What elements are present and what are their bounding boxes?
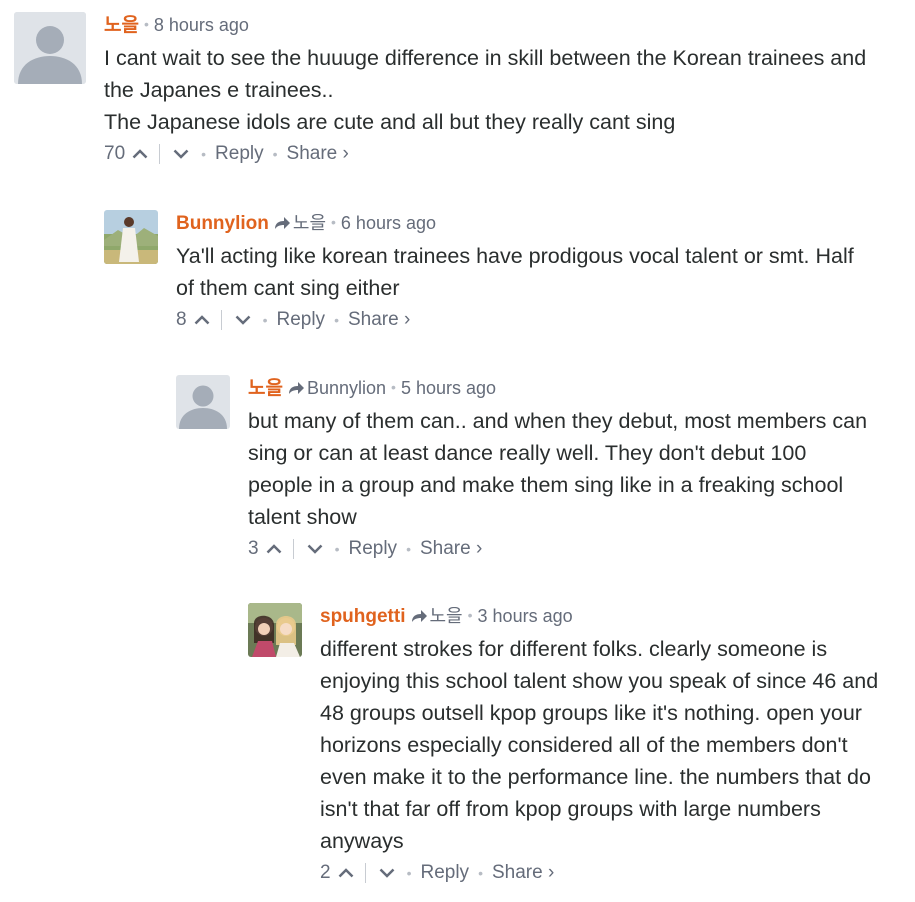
comment-footer: 2 • Reply • Share › (320, 859, 909, 887)
comment-text: but many of them can.. and when they deb… (248, 405, 909, 533)
upvote-icon[interactable] (263, 539, 285, 559)
default-avatar-icon[interactable] (14, 12, 86, 84)
bullet: • (334, 541, 340, 557)
author-name[interactable]: 노을 (248, 378, 283, 399)
parent-author[interactable]: 노을 (293, 213, 326, 233)
comment-line: even make it to the performance line. th… (320, 765, 871, 789)
comment-line: The Japanese idols are cute and all but … (104, 110, 676, 134)
divider (159, 144, 161, 164)
share-link[interactable]: Share › (348, 306, 410, 334)
author-name[interactable]: Bunnylion (176, 213, 269, 234)
bullet: • (406, 865, 412, 881)
reply-link[interactable]: Reply (348, 535, 397, 563)
bullet: • (143, 16, 149, 32)
parent-author[interactable]: 노을 (430, 606, 463, 626)
reply-arrow-icon (273, 213, 291, 237)
timestamp[interactable]: 8 hours ago (154, 15, 249, 35)
divider (220, 310, 222, 330)
default-avatar-icon[interactable] (176, 375, 230, 429)
upvote-icon[interactable] (191, 310, 213, 330)
comment-line: people in a group and make them sing lik… (248, 473, 844, 497)
comment-line: isn't that far off from kpop groups with… (320, 797, 821, 821)
comment-header: 노을 Bunnylion • 5 hours ago (248, 375, 909, 399)
comment-line: sing or can at least dance really well. … (248, 441, 807, 465)
divider (364, 863, 366, 883)
comment-header: 노을 • 8 hours ago (104, 12, 909, 36)
bullet: • (201, 146, 207, 162)
reply-link[interactable]: Reply (420, 859, 469, 887)
downvote-icon[interactable] (376, 863, 398, 883)
reply-link[interactable]: Reply (215, 140, 264, 168)
comment-text: Ya'll acting like korean trainees have p… (176, 240, 909, 304)
vote-count: 8 (176, 309, 187, 330)
reply-link[interactable]: Reply (276, 306, 325, 334)
comment-line: Ya'll acting like korean trainees have p… (176, 244, 854, 268)
bullet: • (467, 607, 473, 623)
comment-line: I cant wait to see the huuuge difference… (104, 46, 867, 70)
photo-avatar[interactable] (248, 603, 302, 657)
vote-count: 2 (320, 862, 331, 883)
vote-count: 70 (104, 143, 126, 164)
bullet: • (272, 146, 278, 162)
photo-avatar[interactable] (104, 210, 158, 264)
comment-text: I cant wait to see the huuuge difference… (104, 42, 909, 138)
reply-arrow-icon (287, 378, 305, 402)
author-name[interactable]: spuhgetti (320, 606, 406, 627)
bullet: • (478, 865, 483, 881)
parent-author[interactable]: Bunnylion (307, 378, 386, 398)
upvote-icon[interactable] (335, 863, 357, 883)
bullet: • (262, 312, 268, 328)
comment-line: 48 groups outsell kpop groups like it's … (320, 701, 862, 725)
comment-line: horizons especially considered all of th… (320, 733, 848, 757)
downvote-icon[interactable] (170, 144, 192, 164)
bullet: • (391, 379, 396, 395)
upvote-icon[interactable] (129, 144, 151, 164)
share-link[interactable]: Share › (492, 859, 554, 887)
comment-header: Bunnylion 노을 • 6 hours ago (176, 210, 909, 234)
comment-footer: 3 • Reply • Share › (248, 535, 909, 563)
share-link[interactable]: Share › (287, 140, 349, 168)
comment-line: of them cant sing either (176, 276, 400, 300)
downvote-icon[interactable] (304, 539, 326, 559)
author-name[interactable]: 노을 (104, 15, 139, 36)
comment-footer: 8 • Reply • Share › (176, 306, 909, 334)
comment-text: different strokes for different folks. c… (320, 633, 909, 857)
comment-line: the Japanes e trainees.. (104, 78, 334, 102)
timestamp[interactable]: 3 hours ago (478, 606, 573, 626)
timestamp[interactable]: 5 hours ago (401, 378, 496, 398)
comment-line: talent show (248, 505, 357, 529)
bullet: • (334, 312, 339, 328)
comment-footer: 70 • Reply • Share › (104, 140, 909, 168)
vote-count: 3 (248, 538, 259, 559)
comment-line: different strokes for different folks. c… (320, 637, 828, 661)
comment-line: anyways (320, 829, 404, 853)
comment-header: spuhgetti 노을 • 3 hours ago (320, 603, 909, 627)
bullet: • (406, 541, 411, 557)
downvote-icon[interactable] (232, 310, 254, 330)
timestamp[interactable]: 6 hours ago (341, 213, 436, 233)
bullet: • (331, 214, 336, 230)
reply-arrow-icon (410, 606, 428, 630)
comment-line: but many of them can.. and when they deb… (248, 409, 868, 433)
divider (292, 539, 294, 559)
comment-line: enjoying this school talent show you spe… (320, 669, 879, 693)
share-link[interactable]: Share › (420, 535, 482, 563)
